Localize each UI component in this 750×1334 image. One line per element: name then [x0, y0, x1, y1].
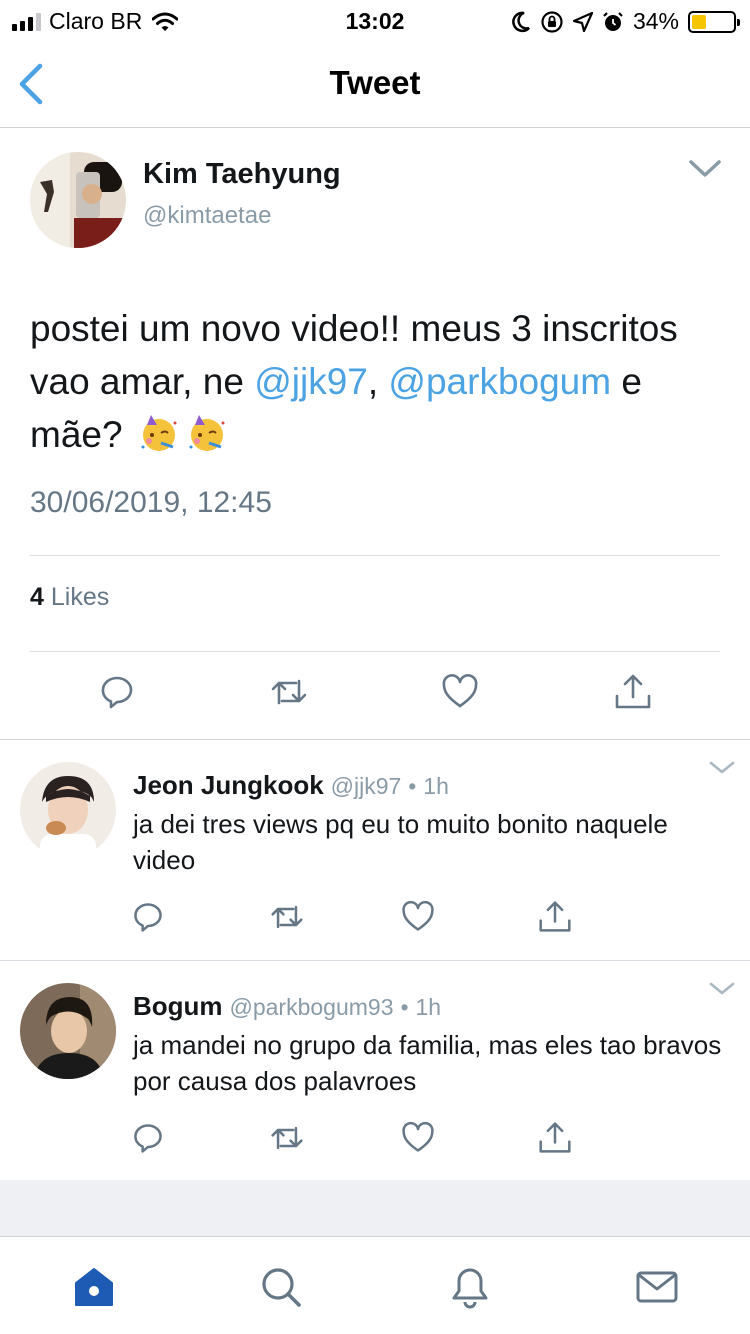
share-icon[interactable] — [538, 900, 572, 934]
nav-bar: Tweet — [0, 42, 750, 128]
reply-icon[interactable] — [131, 1121, 165, 1155]
tweet-text-part: , — [367, 361, 389, 402]
tweet-timestamp: 30/06/2019, 12:45 — [30, 486, 272, 519]
messages-icon[interactable] — [635, 1265, 679, 1309]
retweet-icon[interactable] — [270, 900, 304, 934]
reply-time: 1h — [415, 994, 442, 1020]
home-icon[interactable] — [72, 1265, 116, 1309]
separator-dot: • — [408, 773, 417, 799]
tweet-text: postei um novo video!! meus 3 inscritos … — [30, 302, 730, 461]
alarm-icon — [603, 11, 623, 31]
author-name[interactable]: Kim Taehyung — [143, 158, 341, 191]
reply-header: Bogum @parkbogum93 • 1h — [133, 991, 441, 1022]
reply-tweet[interactable]: Bogum @parkbogum93 • 1h ja mandei no gru… — [0, 961, 750, 1181]
reply-author-name[interactable]: Jeon Jungkook — [133, 770, 324, 800]
rotation-lock-icon — [541, 10, 563, 33]
mention-link[interactable]: @parkbogum — [388, 361, 611, 402]
page-title: Tweet — [329, 64, 421, 101]
like-icon[interactable] — [401, 900, 435, 934]
location-icon — [572, 11, 593, 32]
reply-text: ja mandei no grupo da familia, mas eles … — [133, 1030, 722, 1096]
chevron-down-icon[interactable] — [708, 981, 736, 997]
reply-tweet[interactable]: Jeon Jungkook @jjk97 • 1h ja dei tres vi… — [0, 740, 750, 960]
retweet-icon[interactable] — [270, 673, 308, 711]
likes-label: Likes — [50, 583, 110, 611]
reply-actions — [0, 1121, 750, 1161]
reply-header: Jeon Jungkook @jjk97 • 1h — [133, 770, 449, 801]
status-bar: Claro BR 13:02 34% — [0, 0, 750, 42]
search-icon[interactable] — [259, 1265, 303, 1309]
reply-actions — [0, 900, 750, 940]
avatar[interactable] — [20, 762, 116, 858]
retweet-icon[interactable] — [270, 1121, 304, 1155]
likes-count[interactable]: 4 Likes — [30, 583, 109, 612]
status-right: 34% — [511, 8, 740, 35]
likes-number: 4 — [30, 583, 44, 611]
tweet-actions — [0, 673, 750, 723]
avatar[interactable] — [30, 152, 126, 248]
partying-face-emoji-icon — [189, 415, 225, 451]
partying-face-emoji-icon — [141, 415, 177, 451]
reply-text: ja dei tres views pq eu to muito bonito … — [133, 809, 668, 875]
like-icon[interactable] — [401, 1121, 435, 1155]
reply-icon[interactable] — [98, 673, 136, 711]
battery-icon — [688, 10, 740, 33]
moon-icon — [512, 11, 530, 32]
share-icon[interactable] — [538, 1121, 572, 1155]
divider — [30, 555, 720, 556]
chevron-down-icon[interactable] — [708, 760, 736, 776]
tab-bar — [0, 1236, 750, 1334]
divider — [30, 651, 720, 652]
separator-dot: • — [400, 994, 409, 1020]
chevron-down-icon[interactable] — [688, 158, 722, 180]
reply-author-handle[interactable]: @parkbogum93 — [230, 994, 394, 1020]
author-handle[interactable]: @kimtaetae — [143, 202, 271, 230]
battery-percent: 34% — [632, 8, 679, 34]
empty-footer-area — [0, 1180, 750, 1236]
avatar[interactable] — [20, 983, 116, 1079]
reply-icon[interactable] — [131, 900, 165, 934]
share-icon[interactable] — [614, 673, 652, 711]
notifications-icon[interactable] — [448, 1265, 492, 1309]
reply-author-handle[interactable]: @jjk97 — [331, 773, 402, 799]
like-icon[interactable] — [441, 673, 479, 711]
mention-link[interactable]: @jjk97 — [254, 361, 368, 402]
reply-time: 1h — [423, 773, 449, 799]
reply-author-name[interactable]: Bogum — [133, 991, 223, 1021]
